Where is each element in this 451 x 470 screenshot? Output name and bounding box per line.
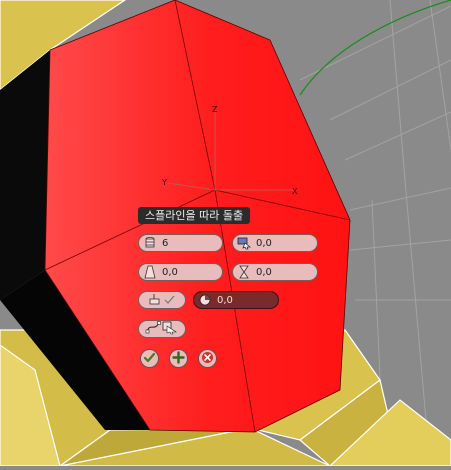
ok-button[interactable]: [140, 349, 159, 368]
rotation-icon: [197, 292, 213, 308]
extrude-along-spline-caddy: 스플라인을 따라 돌출 6 0,0 0,0 0,0 0,0: [0, 0, 451, 466]
apply-plus-icon: [172, 349, 185, 368]
segments-spinner[interactable]: 6: [138, 234, 223, 252]
taper-curve-icon: [147, 291, 177, 310]
rotation-spinner[interactable]: 0,0: [193, 291, 279, 309]
cancel-button[interactable]: [198, 349, 217, 368]
segments-value[interactable]: 6: [162, 238, 168, 249]
taper-curve-button[interactable]: [138, 291, 186, 309]
apply-button[interactable]: [169, 349, 188, 368]
rotation-value[interactable]: 0,0: [217, 295, 233, 306]
taper-amount-icon: [142, 264, 158, 280]
taper-amount-spinner[interactable]: 0,0: [138, 263, 223, 281]
ok-check-icon: [143, 349, 156, 368]
pick-spline-icon: [145, 319, 179, 339]
align-value[interactable]: 0,0: [256, 238, 272, 249]
pick-spline-button[interactable]: [138, 320, 186, 338]
twist-spinner[interactable]: 0,0: [232, 263, 318, 281]
taper-value[interactable]: 0,0: [162, 267, 178, 278]
cancel-x-icon: [201, 349, 214, 368]
twist-icon: [236, 264, 252, 280]
twist-value[interactable]: 0,0: [256, 267, 272, 278]
caddy-title: 스플라인을 따라 돌출: [138, 207, 251, 224]
align-to-face-icon: [236, 235, 252, 251]
segments-icon: [142, 235, 158, 251]
align-spinner[interactable]: 0,0: [232, 234, 318, 252]
